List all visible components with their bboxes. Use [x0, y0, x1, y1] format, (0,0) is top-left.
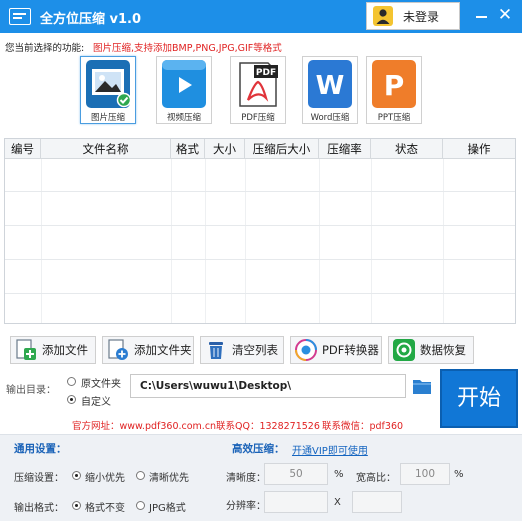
function-label: 您当前选择的功能:: [5, 43, 85, 54]
radio-small-first[interactable]: [72, 471, 81, 480]
column-header[interactable]: 大小: [205, 139, 245, 159]
login-button[interactable]: 未登录: [366, 2, 460, 30]
pdf-converter-label: PDF转换器: [322, 343, 379, 357]
radio-clear-first[interactable]: [136, 471, 145, 480]
column-divider: [443, 159, 444, 323]
radio-original-folder[interactable]: [67, 377, 76, 386]
radio-jpg-format[interactable]: [136, 501, 145, 510]
clarity-label: 清晰度：: [226, 473, 266, 484]
general-settings-title: 通用设置：: [14, 443, 67, 455]
column-header[interactable]: 格式: [171, 139, 205, 159]
original-folder-label: 原文件夹: [81, 379, 121, 390]
tile-label: 视频压缩: [166, 113, 201, 123]
row-divider: [5, 293, 515, 294]
close-icon[interactable]: ✕: [494, 4, 516, 28]
pdf-badge-text: PDF: [256, 68, 276, 78]
pro-compress-title: 高效压缩：: [232, 443, 285, 455]
column-header[interactable]: 编号: [5, 139, 41, 159]
add-folder-label: 添加文件夹: [134, 343, 192, 357]
add-file-label: 添加文件: [42, 343, 88, 357]
keep-format-label: 格式不变: [85, 503, 125, 514]
resolution-label: 分辨率：: [226, 501, 266, 512]
data-recovery-icon: [393, 339, 415, 361]
pdf-icon: PDF: [236, 60, 280, 108]
column-divider: [245, 159, 246, 323]
jpg-format-label: JPG格式: [149, 503, 186, 514]
clarity-input[interactable]: 50: [264, 463, 328, 485]
tile-label: PPT压缩: [377, 113, 411, 123]
tile-word-compress[interactable]: W Word压缩: [302, 56, 358, 124]
row-divider: [5, 225, 515, 226]
clear-list-button[interactable]: 清空列表: [200, 336, 284, 364]
column-header[interactable]: 压缩后大小: [245, 139, 319, 159]
add-file-button[interactable]: 添加文件: [10, 336, 96, 364]
file-table[interactable]: 编号 文件名称 格式 大小 压缩后大小 压缩率 状态 操作: [4, 138, 516, 324]
row-divider: [5, 191, 515, 192]
resolution-height-input[interactable]: [352, 491, 402, 513]
open-vip-link[interactable]: 开通VIP即可使用: [292, 442, 368, 457]
row-divider: [5, 259, 515, 260]
custom-folder-label: 自定义: [81, 397, 111, 408]
start-button[interactable]: 开始: [440, 369, 518, 428]
tile-label: 图片压缩: [90, 113, 125, 123]
add-folder-icon: [107, 339, 129, 361]
column-divider: [205, 159, 206, 323]
add-file-icon: [15, 339, 37, 361]
data-recovery-label: 数据恢复: [420, 343, 466, 357]
add-folder-button[interactable]: 添加文件夹: [102, 336, 194, 364]
column-header[interactable]: 压缩率: [319, 139, 371, 159]
column-divider: [41, 159, 42, 323]
column-divider: [371, 159, 372, 323]
video-icon: [162, 60, 206, 108]
resolution-separator: X: [334, 497, 341, 508]
image-icon: [86, 60, 132, 108]
minimize-icon[interactable]: [470, 4, 492, 28]
output-dir-label: 输出目录：: [6, 385, 56, 396]
aspect-ratio-label: 宽高比：: [356, 473, 396, 484]
app-logo-icon: [9, 8, 31, 25]
tile-label: PDF压缩: [241, 113, 275, 123]
ppt-icon: P: [372, 60, 416, 108]
column-header[interactable]: 文件名称: [41, 139, 171, 159]
output-path-input[interactable]: [130, 374, 406, 398]
output-format-label: 输出格式：: [14, 503, 64, 514]
clear-list-label: 清空列表: [232, 343, 278, 357]
radio-keep-format[interactable]: [72, 501, 81, 510]
pdf-converter-button[interactable]: PDF转换器: [290, 336, 382, 364]
aspect-ratio-input[interactable]: 100: [400, 463, 450, 485]
clear-first-label: 清晰优先: [149, 473, 189, 484]
app-title: 全方位压缩 v1.0: [40, 12, 142, 27]
settings-panel: 通用设置： 压缩设置： 缩小优先 清晰优先 输出格式： 格式不变 JPG格式 高…: [0, 434, 522, 521]
word-letter: W: [316, 71, 345, 101]
column-divider: [171, 159, 172, 323]
contact-website: 官方网址：www.pdf360.com.cn: [72, 421, 217, 432]
tile-image-compress[interactable]: 图片压缩: [80, 56, 136, 124]
contact-qq: 联系QQ：1328271526: [216, 421, 320, 432]
clarity-unit: %: [334, 469, 344, 480]
tile-ppt-compress[interactable]: P PPT压缩: [366, 56, 422, 124]
trash-icon: [205, 339, 227, 361]
user-icon: [373, 6, 393, 26]
tile-video-compress[interactable]: 视频压缩: [156, 56, 212, 124]
small-first-label: 缩小优先: [85, 473, 125, 484]
table-header: 编号 文件名称 格式 大小 压缩后大小 压缩率 状态 操作: [5, 139, 515, 159]
compress-setting-label: 压缩设置：: [14, 473, 64, 484]
title-bar: 全方位压缩 v1.0 未登录 ✕: [0, 0, 522, 33]
data-recovery-button[interactable]: 数据恢复: [388, 336, 474, 364]
word-icon: W: [308, 60, 352, 108]
column-header[interactable]: 操作: [443, 139, 515, 159]
tile-pdf-compress[interactable]: PDF PDF压缩: [230, 56, 286, 124]
radio-custom-folder[interactable]: [67, 395, 76, 404]
contact-wechat: 联系微信：pdf360: [322, 421, 404, 432]
function-hint: 图片压缩,支持添加BMP,PNG,JPG,GIF等格式: [93, 43, 282, 54]
aspect-ratio-unit: %: [454, 469, 464, 480]
resolution-width-input[interactable]: [264, 491, 328, 513]
tile-label: Word压缩: [310, 113, 350, 123]
login-label: 未登录: [403, 9, 440, 24]
column-divider: [319, 159, 320, 323]
browse-folder-icon[interactable]: [412, 377, 432, 395]
column-header[interactable]: 状态: [371, 139, 443, 159]
ppt-letter: P: [384, 69, 405, 102]
pdf-converter-icon: [295, 339, 317, 361]
